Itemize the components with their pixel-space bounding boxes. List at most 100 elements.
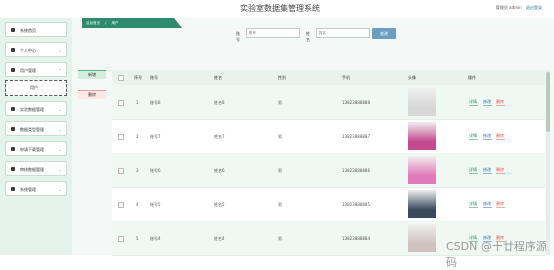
sidebar-item-label: 申请下载管理 <box>20 147 44 152</box>
table-row: 4 账号5 姓名5 男 13823888885 详情 修改 删除 <box>112 187 545 222</box>
name-cell: 姓名7 <box>214 134 225 139</box>
breadcrumb-separator: / <box>105 21 107 25</box>
gender-cell: 男 <box>278 168 282 173</box>
phone-cell: 13823888888 <box>342 100 370 105</box>
breadcrumb-current: 用户 <box>111 21 119 25</box>
name-cell: 姓名4 <box>214 236 225 241</box>
account-cell: 账号5 <box>150 202 161 207</box>
watermark: CSDN @十廿程序源码 <box>446 240 547 269</box>
name-label: 姓名 <box>306 31 310 42</box>
column-header[interactable]: 手机 <box>342 75 350 81</box>
gender-cell: 男 <box>278 134 282 139</box>
sidebar-item-users[interactable]: 用户管理 ⌃ <box>5 62 67 77</box>
sidebar-item-home[interactable]: 系统首页 <box>5 22 67 37</box>
sidebar-item-data-type[interactable]: 数据类型管理 ⌄ <box>5 121 67 136</box>
top-bar: 实验室数据集管理系统 管理员 admin 退出登录 <box>0 0 554 18</box>
column-header[interactable]: 性别 <box>278 75 286 81</box>
phone-cell: 13823888884 <box>342 236 370 241</box>
edit-button[interactable]: 修改 <box>483 99 492 106</box>
phone-cell: 13823888887 <box>342 134 370 139</box>
edit-button[interactable]: 修改 <box>483 167 492 174</box>
column-header[interactable]: 姓名 <box>214 75 222 81</box>
name-cell: 姓名5 <box>214 202 225 207</box>
avatar <box>408 224 436 252</box>
row-checkbox[interactable] <box>118 236 124 242</box>
row-index: 5 <box>136 236 139 241</box>
chevron-down-icon: ⌄ <box>58 127 62 132</box>
row-index: 2 <box>136 134 139 139</box>
row-checkbox[interactable] <box>118 202 124 208</box>
detail-button[interactable]: 详情 <box>469 99 478 106</box>
sidebar-item-audit-data[interactable]: 审核数据管理 ⌄ <box>5 161 67 176</box>
avatar <box>408 88 436 116</box>
detail-button[interactable]: 详情 <box>469 167 478 174</box>
row-index: 3 <box>136 168 139 173</box>
table-row: 1 账号8 姓名8 男 13823888888 详情 修改 删除 <box>112 85 545 120</box>
detail-button[interactable]: 详情 <box>469 133 478 140</box>
row-checkbox[interactable] <box>118 100 124 106</box>
delete-button[interactable]: 删除 <box>78 90 106 99</box>
sidebar-item-label: 系统首页 <box>20 28 36 33</box>
user-table: 序号 账号 姓名 性别 手机 头像 操作 1 账号8 姓名8 男 13823888888… <box>112 70 545 256</box>
chevron-down-icon: ⌄ <box>58 167 62 172</box>
account-label: 账号 <box>236 31 240 42</box>
avatar <box>408 190 436 218</box>
phone-cell: 13823888886 <box>342 168 370 173</box>
account-cell: 账号4 <box>150 236 161 241</box>
sidebar-subitem-label: 用户 <box>30 85 38 90</box>
name-search-input[interactable] <box>316 28 370 38</box>
breadcrumb: 后台首页 / 用户 <box>82 18 182 28</box>
row-delete-button[interactable]: 删除 <box>496 99 505 106</box>
gender-cell: 男 <box>278 100 282 105</box>
breadcrumb-home[interactable]: 后台首页 <box>86 21 100 25</box>
add-button[interactable]: 新增 <box>78 70 106 79</box>
chevron-down-icon: ⌄ <box>58 147 62 152</box>
data-icon <box>11 107 15 111</box>
app-title: 实验室数据集管理系统 <box>240 4 320 13</box>
row-delete-button[interactable]: 删除 <box>496 201 505 208</box>
detail-button[interactable]: 详情 <box>469 201 478 208</box>
users-icon <box>11 68 15 72</box>
search-button[interactable]: 查询 <box>372 28 396 39</box>
gender-cell: 男 <box>278 236 282 241</box>
account-cell: 账号8 <box>150 100 161 105</box>
logout-link[interactable]: 退出登录 <box>526 5 542 10</box>
phone-cell: 13823888885 <box>342 202 370 207</box>
row-checkbox[interactable] <box>118 134 124 140</box>
sidebar-subitem-user[interactable]: 用户 <box>5 80 67 96</box>
sidebar-item-label: 用户管理 <box>20 68 36 73</box>
table-row: 3 账号6 姓名6 男 13823888886 详情 修改 删除 <box>112 153 545 188</box>
account-search-input[interactable] <box>246 28 300 38</box>
column-header: 头像 <box>408 75 416 80</box>
edit-button[interactable]: 修改 <box>483 201 492 208</box>
person-icon <box>11 48 15 52</box>
column-header: 操作 <box>468 75 476 80</box>
row-delete-button[interactable]: 删除 <box>496 133 505 140</box>
account-cell: 账号7 <box>150 134 161 139</box>
column-header[interactable]: 账号 <box>150 75 158 81</box>
type-icon <box>11 127 15 131</box>
chevron-down-icon: ⌄ <box>58 107 62 112</box>
sidebar-item-experiment-data[interactable]: 实验数据管理 ⌄ <box>5 101 67 116</box>
avatar <box>408 122 436 150</box>
settings-icon <box>11 187 15 191</box>
row-checkbox[interactable] <box>118 168 124 174</box>
scrollbar-thumb[interactable] <box>546 72 550 132</box>
sidebar-item-label: 系统管理 <box>20 187 36 192</box>
sidebar-item-profile[interactable]: 个人中心 ⌄ <box>5 42 67 57</box>
row-delete-button[interactable]: 删除 <box>496 167 505 174</box>
avatar <box>408 156 436 184</box>
sidebar-item-download-request[interactable]: 申请下载管理 ⌄ <box>5 141 67 156</box>
select-all-checkbox[interactable] <box>118 75 124 81</box>
chevron-down-icon: ⌄ <box>58 187 62 192</box>
audit-icon <box>11 167 15 171</box>
row-index: 4 <box>136 202 139 207</box>
chevron-up-icon: ⌃ <box>58 68 62 73</box>
sidebar-item-system[interactable]: 系统管理 ⌄ <box>5 181 67 196</box>
table-header: 序号 账号 姓名 性别 手机 头像 操作 <box>112 70 545 86</box>
download-icon <box>11 147 15 151</box>
sidebar-item-label: 审核数据管理 <box>20 167 44 172</box>
edit-button[interactable]: 修改 <box>483 133 492 140</box>
name-cell: 姓名6 <box>214 168 225 173</box>
sidebar-item-label: 个人中心 <box>20 48 36 53</box>
